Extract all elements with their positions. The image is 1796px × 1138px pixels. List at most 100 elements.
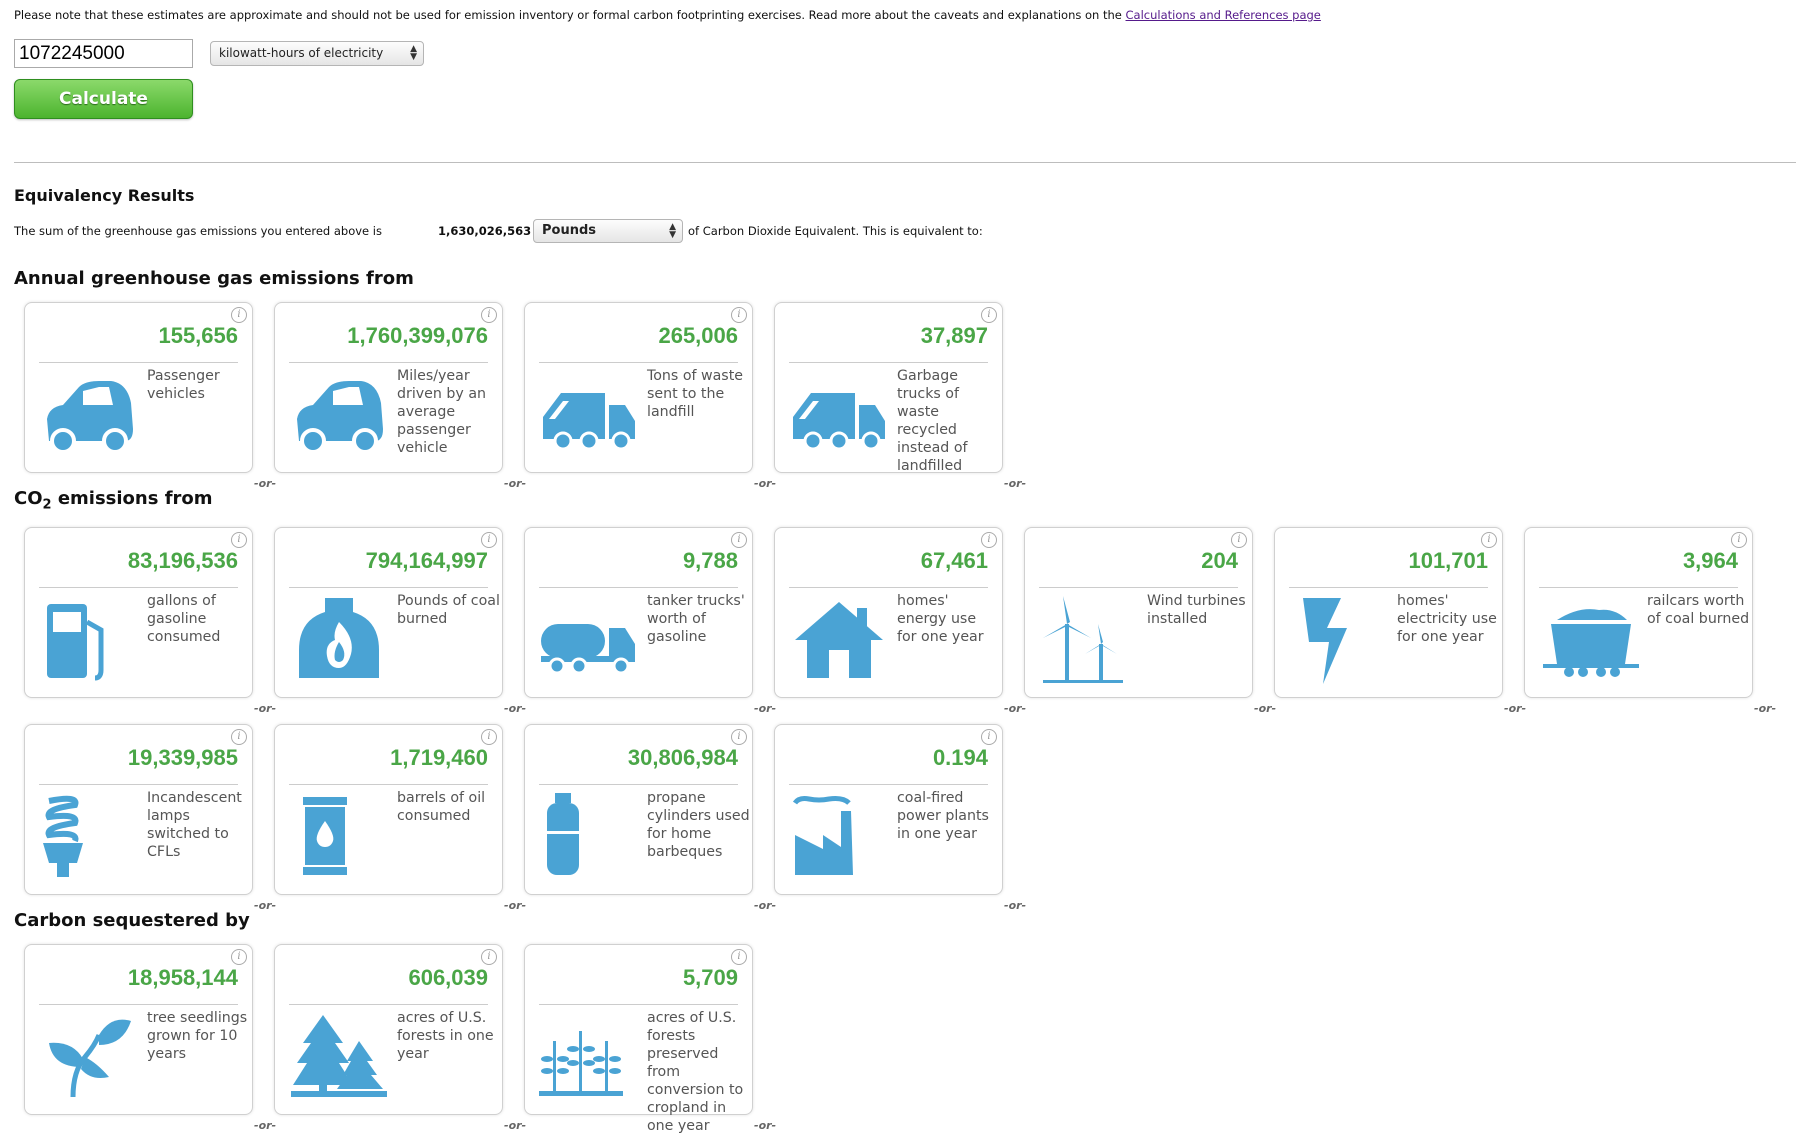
equivalency-card: i 101,701 homes' electricity use for one y… xyxy=(1274,527,1503,698)
calculate-button[interactable]: Calculate xyxy=(14,79,193,119)
equivalency-card: i 5,709 acres of U.S. forests preserved fr… xyxy=(524,944,753,1134)
card-value: 9,788 xyxy=(682,548,738,573)
card-value: 606,039 xyxy=(408,965,488,990)
disclaimer-text: Please note that these estimates are app… xyxy=(14,8,1126,22)
info-icon[interactable]: i xyxy=(481,949,497,965)
card-description: acres of U.S. forests preserved from con… xyxy=(647,1010,744,1134)
info-icon[interactable]: i xyxy=(1231,532,1247,548)
info-icon[interactable]: i xyxy=(981,307,997,323)
card-description: homes' electricity use for one year xyxy=(1397,593,1497,645)
power-plant-icon xyxy=(789,791,889,883)
or-separator: -or- xyxy=(754,702,777,715)
info-icon[interactable]: i xyxy=(231,949,247,965)
sum-unit-select[interactable]: Pounds ▲ ▼ xyxy=(533,219,683,243)
card-value: 204 xyxy=(1201,548,1238,573)
or-separator: -or- xyxy=(1004,702,1027,715)
sum-unit-value: Pounds xyxy=(542,223,597,238)
car-icon xyxy=(39,369,139,461)
card-divider xyxy=(39,362,238,363)
garbage-truck-icon xyxy=(539,369,639,461)
card-divider xyxy=(289,587,488,588)
equivalency-card: i 0.194 coal-fired power plants in one yea… xyxy=(774,724,1003,895)
card-description: Tons of waste sent to the landfill xyxy=(647,368,743,420)
card-value: 30,806,984 xyxy=(627,745,738,770)
equivalency-card: i 83,196,536 gallons of gasoline consumed xyxy=(24,527,253,698)
gas-pump-icon xyxy=(39,594,139,686)
unit-select[interactable]: kilowatt-hours of electricity ▲ ▼ xyxy=(210,41,424,66)
card-description: homes' energy use for one year xyxy=(897,593,984,645)
sum-prefix: The sum of the greenhouse gas emissions … xyxy=(14,224,382,238)
info-icon[interactable]: i xyxy=(1481,532,1497,548)
cfl-bulb-icon xyxy=(39,791,139,883)
info-icon[interactable]: i xyxy=(981,532,997,548)
or-separator: -or- xyxy=(254,702,277,715)
wind-turbine-icon xyxy=(1039,594,1139,686)
select-arrows-icon: ▲ ▼ xyxy=(669,222,676,240)
calculations-references-link[interactable]: Calculations and References page xyxy=(1126,8,1321,22)
card-description: coal-fired power plants in one year xyxy=(897,790,989,842)
unit-select-value: kilowatt-hours of electricity xyxy=(219,46,384,60)
card-description: Miles/year driven by an average passenge… xyxy=(397,368,487,456)
card-value: 1,719,460 xyxy=(390,745,488,770)
info-icon[interactable]: i xyxy=(731,729,747,745)
railcar-icon xyxy=(1539,594,1639,686)
card-divider xyxy=(539,362,738,363)
card-value: 794,164,997 xyxy=(365,548,488,573)
info-icon[interactable]: i xyxy=(481,729,497,745)
info-icon[interactable]: i xyxy=(481,307,497,323)
oil-barrel-icon xyxy=(289,791,389,883)
sum-suffix: of Carbon Dioxide Equivalent. This is eq… xyxy=(688,224,983,238)
card-value: 3,964 xyxy=(1682,548,1738,573)
or-separator: -or- xyxy=(254,899,277,912)
propane-cylinder-icon xyxy=(539,791,639,883)
equivalency-card: i 1,719,460 barrels of oil consumed xyxy=(274,724,503,895)
seedling-icon xyxy=(39,1011,139,1103)
info-icon[interactable]: i xyxy=(981,729,997,745)
equivalency-card: i 794,164,997 Pounds of coal burned xyxy=(274,527,503,698)
tanker-truck-icon xyxy=(539,594,639,686)
card-divider xyxy=(1039,587,1238,588)
card-description: Passenger vehicles xyxy=(147,368,220,402)
card-value: 83,196,536 xyxy=(127,548,238,573)
or-separator: -or- xyxy=(254,1119,277,1132)
equivalency-card: i 606,039 acres of U.S. forests in one yea… xyxy=(274,944,503,1115)
or-separator: -or- xyxy=(504,1119,527,1132)
card-value: 155,656 xyxy=(158,323,238,348)
info-icon[interactable]: i xyxy=(231,729,247,745)
card-divider xyxy=(39,784,238,785)
card-value: 0.194 xyxy=(932,745,988,770)
equivalency-card: i 9,788 tanker trucks' worth of gasoline xyxy=(524,527,753,698)
card-divider xyxy=(289,784,488,785)
card-value: 101,701 xyxy=(1408,548,1488,573)
equivalency-card: i 18,958,144 tree seedlings grown for 10 y… xyxy=(24,944,253,1115)
energy-amount-input[interactable] xyxy=(14,39,193,68)
card-divider xyxy=(289,1004,488,1005)
card-divider xyxy=(39,587,238,588)
card-divider xyxy=(789,784,988,785)
card-value: 1,760,399,076 xyxy=(347,323,488,348)
info-icon[interactable]: i xyxy=(481,532,497,548)
forest-icon xyxy=(289,1011,389,1103)
info-icon[interactable]: i xyxy=(231,532,247,548)
card-divider xyxy=(1539,587,1738,588)
info-icon[interactable]: i xyxy=(731,307,747,323)
info-icon[interactable]: i xyxy=(1731,532,1747,548)
or-separator: -or- xyxy=(1504,702,1527,715)
crops-icon xyxy=(539,1011,639,1103)
or-separator: -or- xyxy=(504,899,527,912)
lightning-bolt-icon xyxy=(1289,594,1389,686)
card-value: 5,709 xyxy=(682,965,738,990)
card-value: 265,006 xyxy=(658,323,738,348)
info-icon[interactable]: i xyxy=(731,532,747,548)
card-value: 18,958,144 xyxy=(127,965,238,990)
equivalency-card: i 19,339,985 Incandescent lamps switched t… xyxy=(24,724,253,895)
or-separator: -or- xyxy=(254,477,277,490)
section-co2-title: CO2 emissions from xyxy=(14,488,213,513)
info-icon[interactable]: i xyxy=(731,949,747,965)
card-description: gallons of gasoline consumed xyxy=(147,593,221,645)
card-divider xyxy=(539,784,738,785)
info-icon[interactable]: i xyxy=(231,307,247,323)
or-separator: -or- xyxy=(504,477,527,490)
card-description: Incandescent lamps switched to CFLs xyxy=(147,790,242,860)
card-description: propane cylinders used for home barbeque… xyxy=(647,790,750,860)
